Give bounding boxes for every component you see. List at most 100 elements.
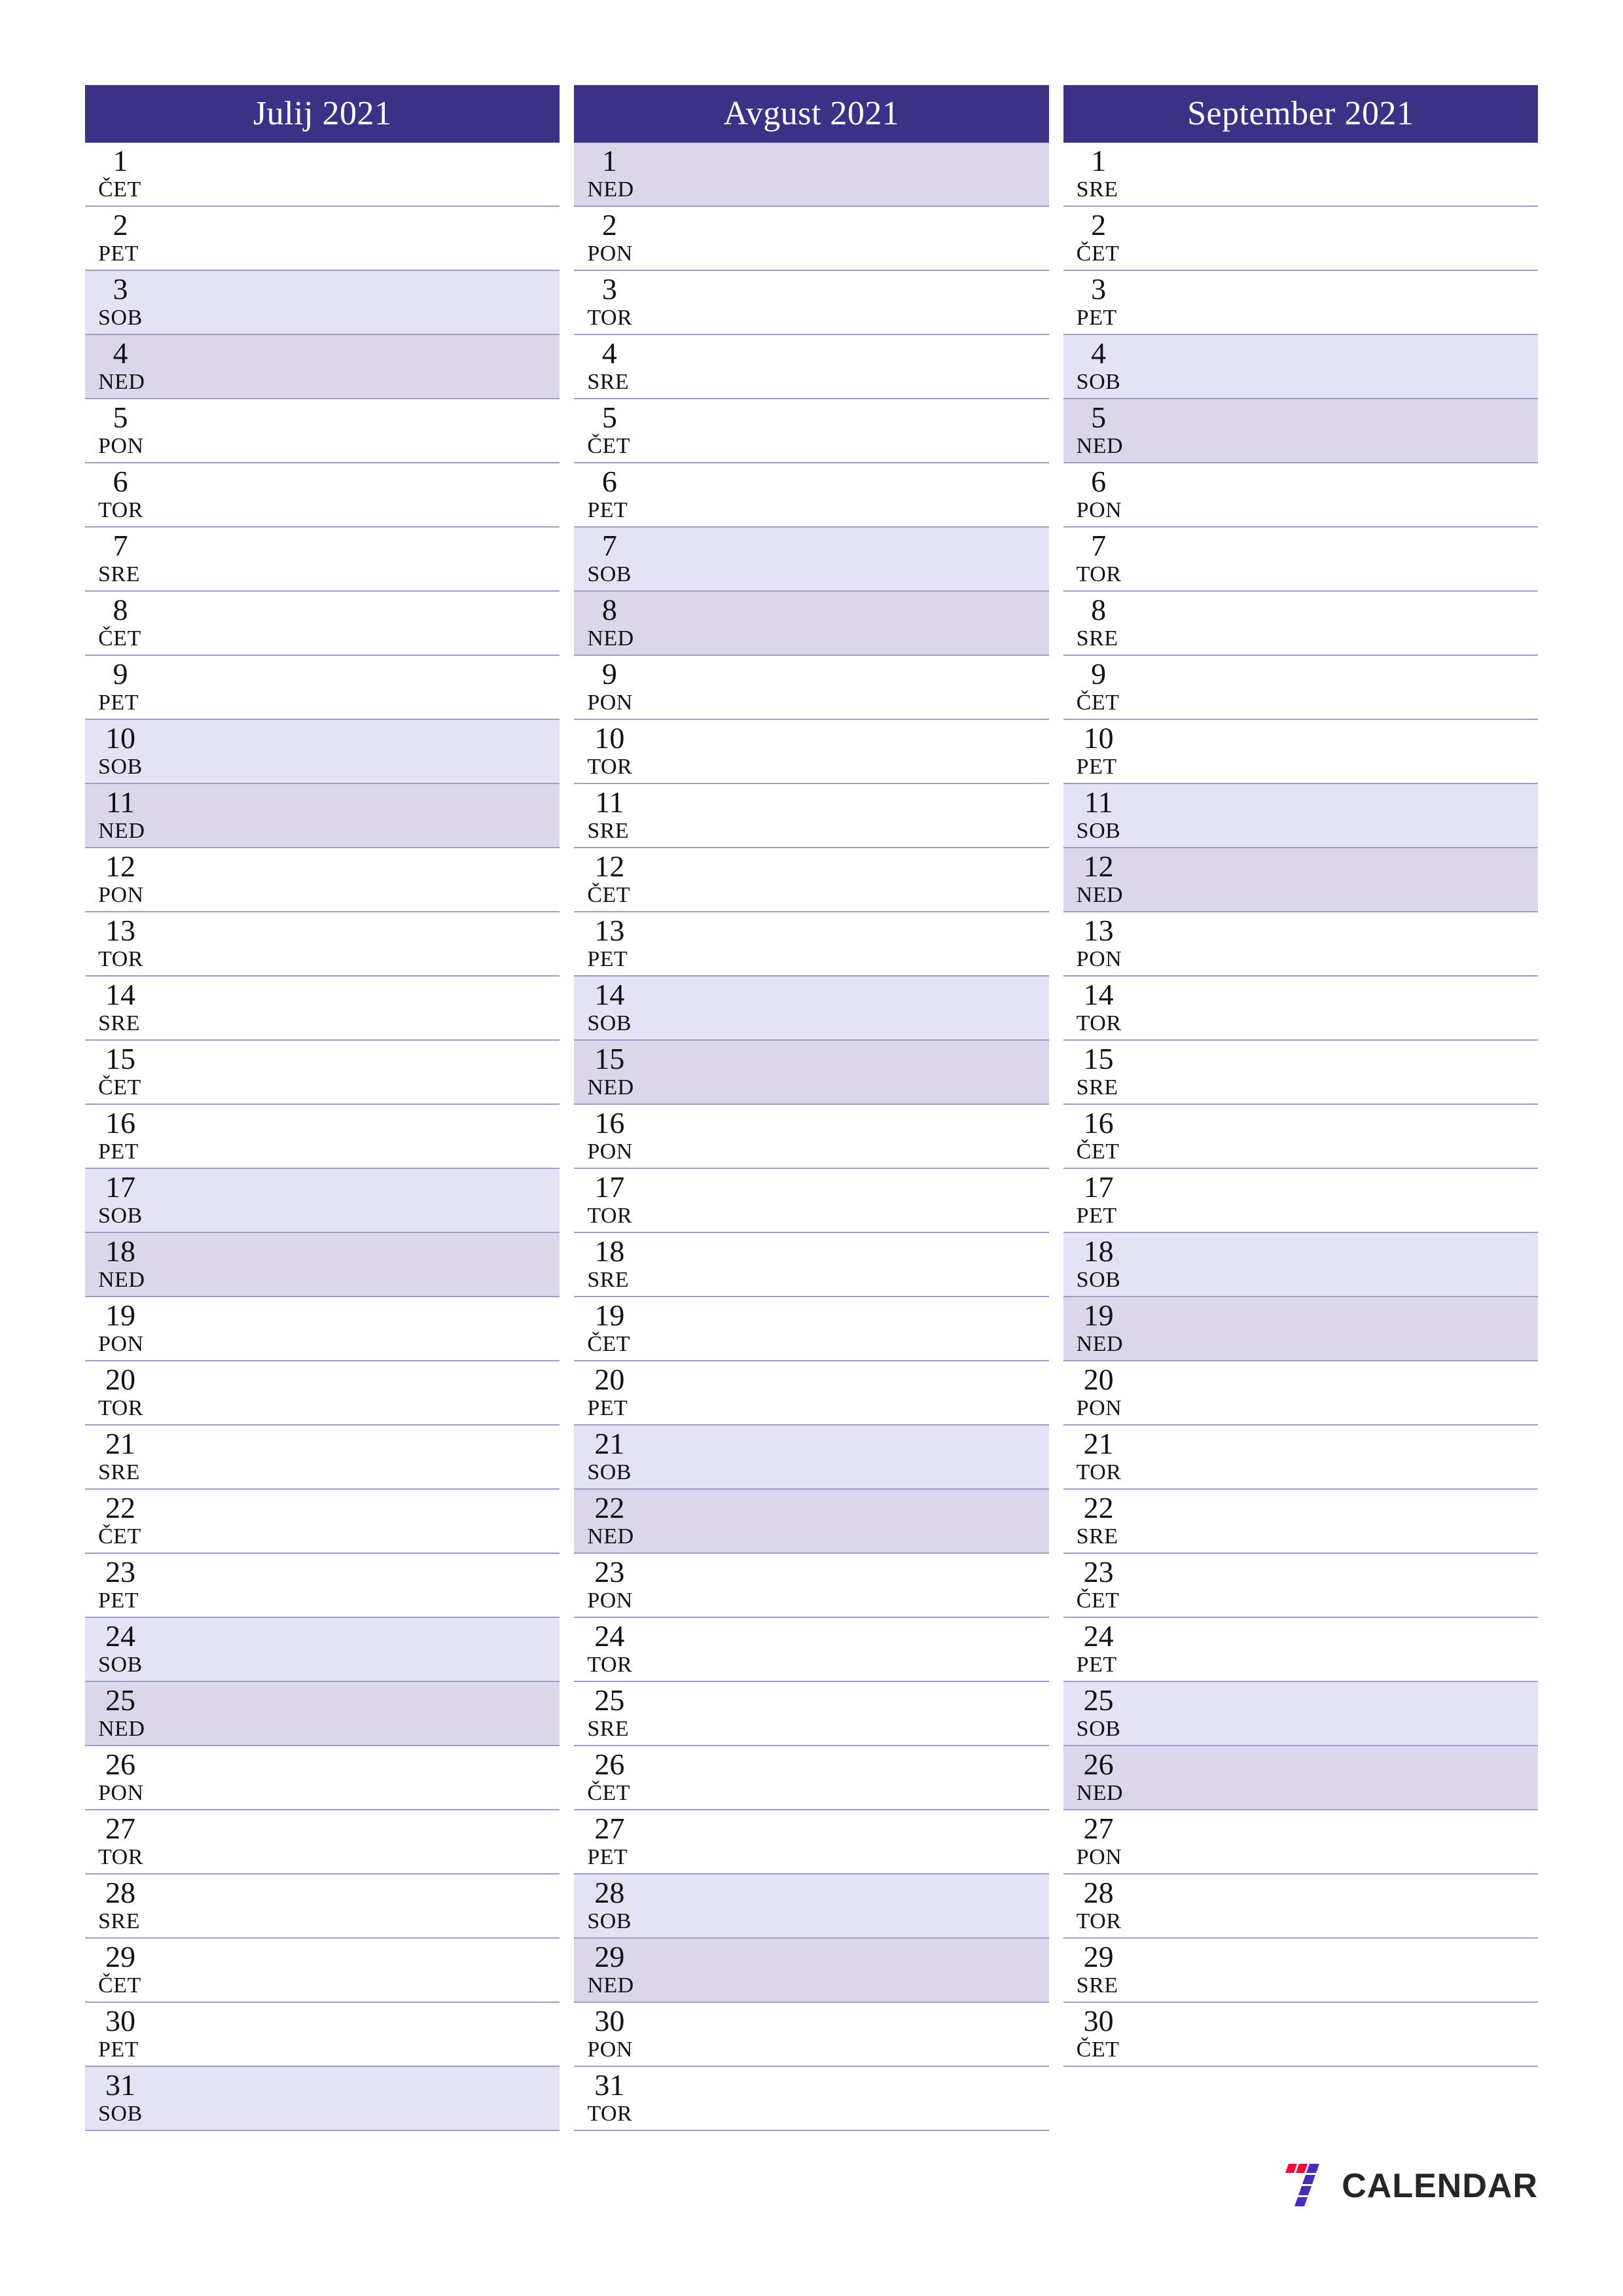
day-row[interactable]: 11 SOB [1063, 784, 1538, 848]
day-row[interactable]: 26 ČET [574, 1746, 1049, 1810]
day-row[interactable]: 10 SOB [85, 720, 560, 784]
day-row[interactable]: 6 PON [1063, 463, 1538, 528]
day-row[interactable]: 23 PON [574, 1554, 1049, 1618]
day-row[interactable]: 3 PET [1063, 271, 1538, 335]
day-row[interactable]: 28 SOB [574, 1874, 1049, 1939]
day-row[interactable]: 4 SOB [1063, 335, 1538, 399]
day-row[interactable]: 20 PET [574, 1361, 1049, 1426]
day-row[interactable]: 22 SRE [1063, 1490, 1538, 1554]
day-row[interactable]: 5 NED [1063, 399, 1538, 463]
day-row[interactable]: 14 SOB [574, 977, 1049, 1041]
day-row[interactable]: 4 NED [85, 335, 560, 399]
day-row[interactable]: 31 SOB [85, 2067, 560, 2131]
day-row[interactable]: 24 TOR [574, 1618, 1049, 1682]
day-row[interactable]: 15 ČET [85, 1041, 560, 1105]
day-row[interactable]: 20 PON [1063, 1361, 1538, 1426]
day-row[interactable]: 27 PON [1063, 1810, 1538, 1874]
day-row[interactable]: 11 NED [85, 784, 560, 848]
day-row[interactable]: 21 SOB [574, 1426, 1049, 1490]
day-row[interactable]: 19 PON [85, 1297, 560, 1361]
day-row[interactable]: 20 TOR [85, 1361, 560, 1426]
day-row[interactable]: 13 PET [574, 912, 1049, 977]
day-row[interactable]: 10 TOR [574, 720, 1049, 784]
day-weekday-label: PON [98, 883, 144, 907]
day-row[interactable]: 31 TOR [574, 2067, 1049, 2131]
day-row[interactable]: 19 NED [1063, 1297, 1538, 1361]
day-row[interactable]: 26 NED [1063, 1746, 1538, 1810]
day-row[interactable]: 14 TOR [1063, 977, 1538, 1041]
day-row[interactable]: 17 TOR [574, 1169, 1049, 1233]
day-row[interactable]: 30 ČET [1063, 2003, 1538, 2067]
day-weekday-label: NED [587, 1973, 634, 1998]
day-row[interactable]: 6 TOR [85, 463, 560, 528]
day-number: 29 [1083, 1940, 1114, 1973]
day-weekday-label: SOB [587, 1460, 632, 1484]
day-row[interactable]: 12 PON [85, 848, 560, 912]
day-row[interactable]: 23 ČET [1063, 1554, 1538, 1618]
day-number: 20 [105, 1363, 135, 1396]
day-row[interactable]: 9 PON [574, 656, 1049, 720]
day-row[interactable]: 19 ČET [574, 1297, 1049, 1361]
day-row[interactable]: 26 PON [85, 1746, 560, 1810]
day-row[interactable]: 5 PON [85, 399, 560, 463]
day-row[interactable]: 18 SRE [574, 1233, 1049, 1297]
day-row[interactable]: 10 PET [1063, 720, 1538, 784]
day-row[interactable]: 16 PON [574, 1105, 1049, 1169]
day-row[interactable]: 28 SRE [85, 1874, 560, 1939]
day-row[interactable]: 8 SRE [1063, 592, 1538, 656]
day-weekday-label: ČET [587, 1781, 631, 1805]
day-row[interactable]: 16 ČET [1063, 1105, 1538, 1169]
day-row[interactable]: 25 SRE [574, 1682, 1049, 1746]
day-row[interactable]: 3 TOR [574, 271, 1049, 335]
day-weekday-label: TOR [98, 1396, 143, 1420]
day-row[interactable]: 8 NED [574, 592, 1049, 656]
day-row[interactable]: 12 ČET [574, 848, 1049, 912]
day-row[interactable]: 15 SRE [1063, 1041, 1538, 1105]
day-row[interactable]: 6 PET [574, 463, 1049, 528]
day-row[interactable]: 7 SOB [574, 528, 1049, 592]
day-row[interactable]: 2 ČET [1063, 207, 1538, 271]
day-row[interactable]: 3 SOB [85, 271, 560, 335]
day-row[interactable]: 9 ČET [1063, 656, 1538, 720]
day-row[interactable]: 13 TOR [85, 912, 560, 977]
day-row[interactable]: 4 SRE [574, 335, 1049, 399]
day-row[interactable]: 24 PET [1063, 1618, 1538, 1682]
day-row[interactable]: 30 PET [85, 2003, 560, 2067]
day-row[interactable]: 5 ČET [574, 399, 1049, 463]
day-row[interactable]: 21 TOR [1063, 1426, 1538, 1490]
day-row[interactable]: 1 SRE [1063, 143, 1538, 207]
day-row[interactable]: 18 SOB [1063, 1233, 1538, 1297]
day-number: 9 [113, 657, 128, 691]
day-row[interactable]: 7 TOR [1063, 528, 1538, 592]
day-row[interactable]: 25 SOB [1063, 1682, 1538, 1746]
day-row[interactable]: 9 PET [85, 656, 560, 720]
day-row[interactable]: 16 PET [85, 1105, 560, 1169]
day-row[interactable]: 7 SRE [85, 528, 560, 592]
day-row[interactable]: 29 SRE [1063, 1939, 1538, 2003]
day-row[interactable]: 28 TOR [1063, 1874, 1538, 1939]
day-row[interactable]: 24 SOB [85, 1618, 560, 1682]
day-row[interactable]: 17 SOB [85, 1169, 560, 1233]
day-row[interactable]: 29 ČET [85, 1939, 560, 2003]
day-row[interactable]: 2 PET [85, 207, 560, 271]
day-row[interactable]: 27 TOR [85, 1810, 560, 1874]
day-row[interactable]: 1 ČET [85, 143, 560, 207]
day-row[interactable]: 12 NED [1063, 848, 1538, 912]
day-row[interactable]: 15 NED [574, 1041, 1049, 1105]
day-row[interactable]: 8 ČET [85, 592, 560, 656]
day-row[interactable]: 17 PET [1063, 1169, 1538, 1233]
day-row[interactable]: 2 PON [574, 207, 1049, 271]
day-row[interactable]: 11 SRE [574, 784, 1049, 848]
day-row[interactable]: 1 NED [574, 143, 1049, 207]
day-row[interactable]: 29 NED [574, 1939, 1049, 2003]
day-row[interactable]: 14 SRE [85, 977, 560, 1041]
day-row[interactable]: 22 ČET [85, 1490, 560, 1554]
day-row[interactable]: 22 NED [574, 1490, 1049, 1554]
day-row[interactable]: 30 PON [574, 2003, 1049, 2067]
day-row[interactable]: 21 SRE [85, 1426, 560, 1490]
day-row[interactable]: 18 NED [85, 1233, 560, 1297]
day-row[interactable]: 23 PET [85, 1554, 560, 1618]
day-row[interactable]: 13 PON [1063, 912, 1538, 977]
day-row[interactable]: 25 NED [85, 1682, 560, 1746]
day-row[interactable]: 27 PET [574, 1810, 1049, 1874]
